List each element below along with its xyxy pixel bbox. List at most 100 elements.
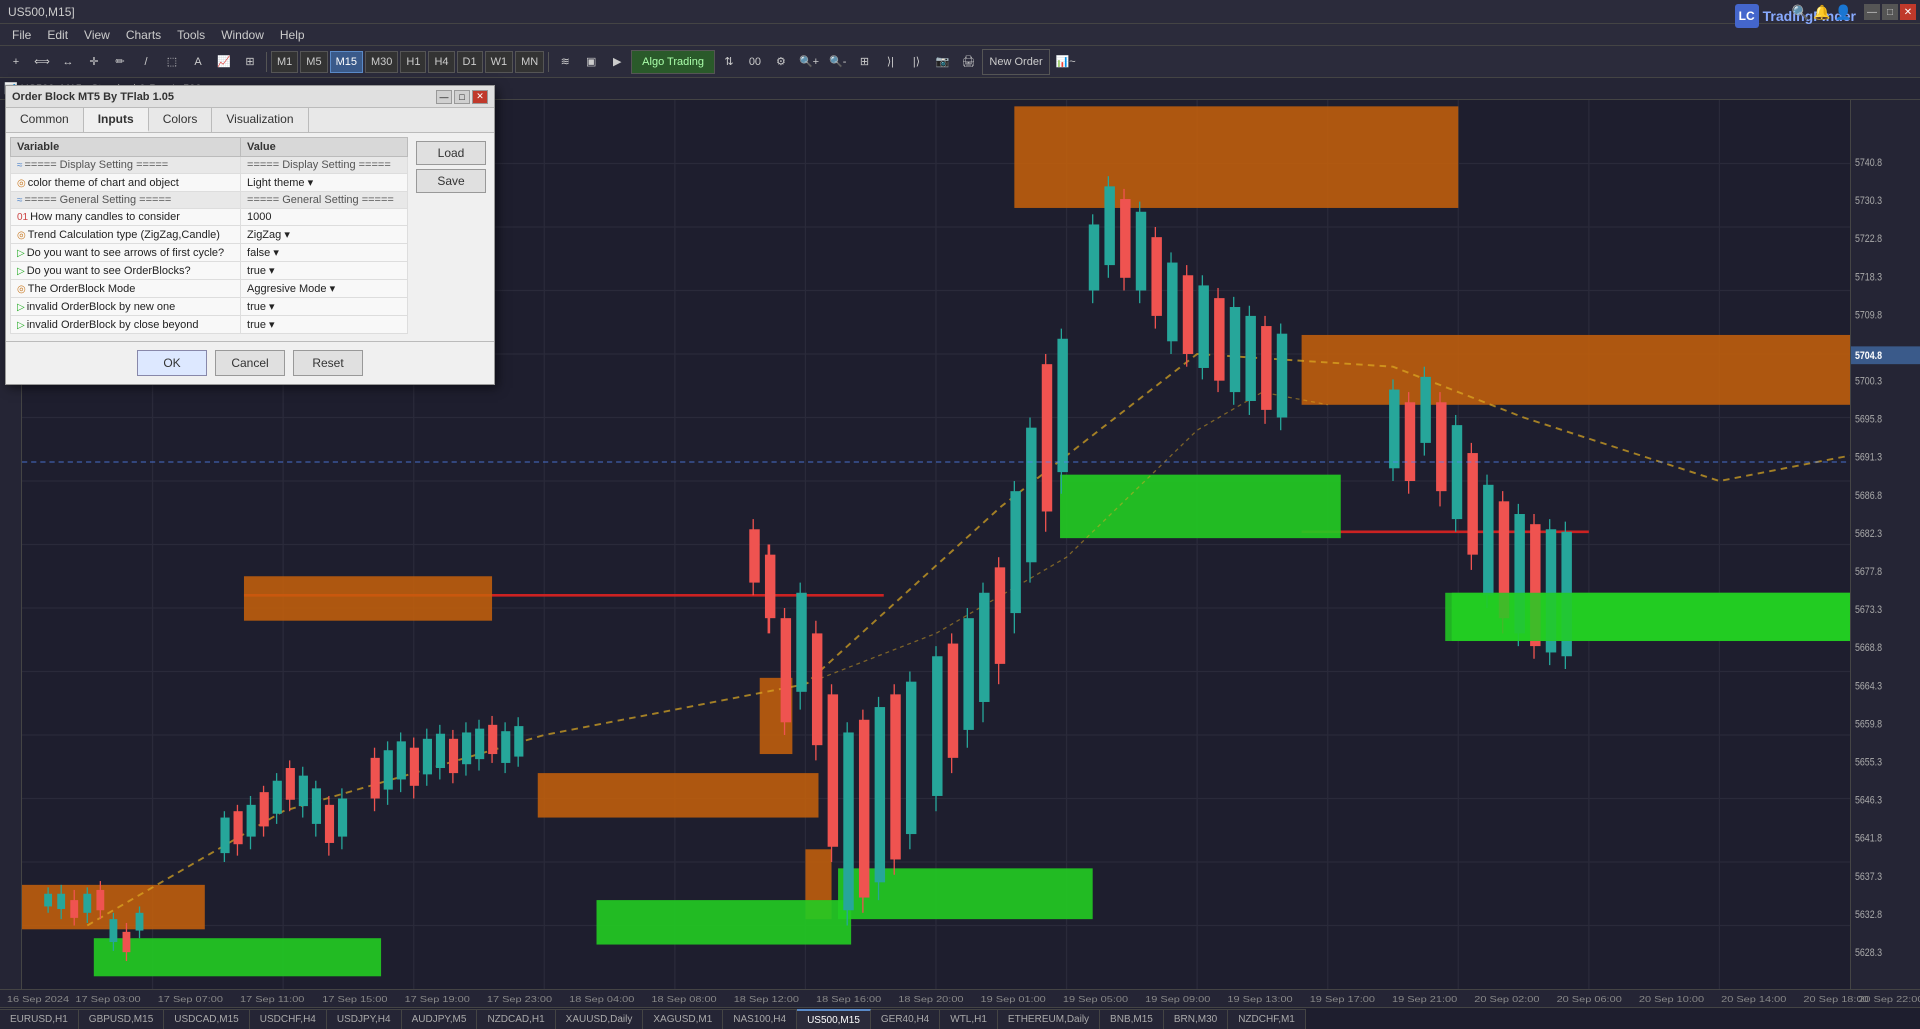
tf-m1[interactable]: M1 [271, 51, 298, 73]
algo-trading-btn[interactable]: Algo Trading [631, 50, 715, 74]
fib-btn[interactable]: ⊞ [238, 49, 262, 75]
tab-nzdcad-h1[interactable]: NZDCAD,H1 [477, 1009, 555, 1029]
dialog-body-main: Variable Value ≈===== Display Setting ==… [10, 137, 408, 337]
row-value[interactable]: true ▾ [241, 262, 408, 280]
tf-mn[interactable]: MN [515, 51, 544, 73]
row-value[interactable]: true ▾ [241, 298, 408, 316]
notification-icon[interactable]: 🔔 [1813, 4, 1830, 21]
menu-help[interactable]: Help [272, 26, 313, 44]
zoom-in-btn[interactable]: ⟺ [30, 49, 54, 75]
tab-brn-m30[interactable]: BRN,M30 [1164, 1009, 1228, 1029]
tf-h4[interactable]: H4 [428, 51, 454, 73]
menu-charts[interactable]: Charts [118, 26, 169, 44]
tab-xagusd-m1[interactable]: XAGUSD,M1 [643, 1009, 723, 1029]
close-button[interactable]: ✕ [1900, 4, 1916, 20]
svg-text:5730.3: 5730.3 [1855, 195, 1882, 207]
svg-text:5704.8: 5704.8 [1855, 350, 1882, 362]
zoom-minus-btn[interactable]: 🔍- [825, 49, 850, 75]
maximize-button[interactable]: □ [1882, 4, 1898, 20]
tf-m5[interactable]: M5 [300, 51, 327, 73]
auto-scroll-btn[interactable]: ⟩| [878, 49, 902, 75]
config-btn[interactable]: ⚙ [769, 49, 793, 75]
candle-btn[interactable]: ▣ [579, 49, 603, 75]
tf-h1[interactable]: H1 [400, 51, 426, 73]
svg-text:19 Sep 13:00: 19 Sep 13:00 [1227, 995, 1292, 1004]
dialog-maximize-btn[interactable]: □ [454, 90, 470, 104]
reset-button[interactable]: Reset [293, 350, 363, 376]
menu-view[interactable]: View [76, 26, 118, 44]
row-value[interactable]: ZigZag ▾ [241, 226, 408, 244]
menu-bar: File Edit View Charts Tools Window Help [0, 24, 1920, 46]
tab-usdjpy-h4[interactable]: USDJPY,H4 [327, 1009, 402, 1029]
tab-ethereum-daily[interactable]: ETHEREUM,Daily [998, 1009, 1100, 1029]
row-value[interactable]: true ▾ [241, 316, 408, 334]
table-row: ◎Trend Calculation type (ZigZag,Candle) … [11, 226, 408, 244]
tab-gbpusd-m15[interactable]: GBPUSD,M15 [79, 1009, 164, 1029]
tab-common[interactable]: Common [6, 108, 84, 132]
play-btn[interactable]: ▶ [605, 49, 629, 75]
person-icon[interactable]: 👤 [1835, 4, 1852, 21]
scroll-left-btn[interactable]: |⟩ [904, 49, 928, 75]
cancel-button[interactable]: Cancel [215, 350, 285, 376]
svg-text:5677.8: 5677.8 [1855, 566, 1882, 578]
screenshot-btn[interactable]: 📷 [930, 49, 954, 75]
pen-btn[interactable]: ✏ [108, 49, 132, 75]
tab-eurusd-h1[interactable]: EURUSD,H1 [0, 1009, 79, 1029]
tf-m15[interactable]: M15 [330, 51, 363, 73]
tab-us500-m15[interactable]: US500,M15 [797, 1009, 871, 1029]
tab-bnb-m15[interactable]: BNB,M15 [1100, 1009, 1164, 1029]
search-icon[interactable]: 🔍 [1792, 4, 1809, 21]
menu-tools[interactable]: Tools [169, 26, 213, 44]
chart-settings-btn[interactable]: 📊~ [1052, 49, 1080, 75]
svg-text:5686.8: 5686.8 [1855, 490, 1882, 502]
trend-btn[interactable]: / [134, 49, 158, 75]
svg-text:20 Sep 10:00: 20 Sep 10:00 [1639, 995, 1704, 1004]
row-value[interactable]: Aggresive Mode ▾ [241, 280, 408, 298]
row-value[interactable]: 1000 [241, 209, 408, 226]
tab-inputs[interactable]: Inputs [84, 108, 149, 132]
inputs-table-scroll[interactable]: Variable Value ≈===== Display Setting ==… [10, 137, 408, 337]
minimize-button[interactable]: — [1864, 4, 1880, 20]
new-chart-btn[interactable]: + [4, 49, 28, 75]
menu-file[interactable]: File [4, 26, 39, 44]
shapes-btn[interactable]: ⬚ [160, 49, 184, 75]
table-row: ≈===== Display Setting ===== ===== Displ… [11, 157, 408, 174]
tab-audjpy-m5[interactable]: AUDJPY,M5 [402, 1009, 478, 1029]
grid-btn[interactable]: ⊞ [852, 49, 876, 75]
dialog-controls: — □ ✕ [436, 90, 488, 104]
tab-wtl-h1[interactable]: WTL,H1 [940, 1009, 998, 1029]
tab-usdchf-h4[interactable]: USDCHF,H4 [250, 1009, 327, 1029]
tab-nas100-h4[interactable]: NAS100,H4 [723, 1009, 797, 1029]
menu-window[interactable]: Window [213, 26, 272, 44]
tab-visualization[interactable]: Visualization [212, 108, 308, 132]
svg-text:18 Sep 16:00: 18 Sep 16:00 [816, 995, 881, 1004]
indicators-btn[interactable]: 📈 [212, 49, 236, 75]
dialog-minimize-btn[interactable]: — [436, 90, 452, 104]
row-value[interactable]: Light theme ▾ [241, 174, 408, 192]
zoom-reset-btn[interactable]: 🔍+ [795, 49, 823, 75]
indicator-dl-btn[interactable]: 00 [743, 49, 767, 75]
svg-text:5664.3: 5664.3 [1855, 680, 1882, 692]
text-btn[interactable]: A [186, 49, 210, 75]
tab-xauusd-daily[interactable]: XAUUSD,Daily [556, 1009, 644, 1029]
tf-w1[interactable]: W1 [485, 51, 514, 73]
tab-usdcad-m15[interactable]: USDCAD,M15 [164, 1009, 249, 1029]
chart-type-btn[interactable]: ≋ [553, 49, 577, 75]
new-order-btn[interactable]: New Order [982, 49, 1049, 75]
strategy-btn[interactable]: ⇅ [717, 49, 741, 75]
save-button[interactable]: Save [416, 169, 486, 193]
row-value[interactable]: false ▾ [241, 244, 408, 262]
tab-colors[interactable]: Colors [149, 108, 213, 132]
row-value: ===== General Setting ===== [241, 192, 408, 209]
tf-m30[interactable]: M30 [365, 51, 398, 73]
dialog-close-btn[interactable]: ✕ [472, 90, 488, 104]
load-button[interactable]: Load [416, 141, 486, 165]
print-btn[interactable]: 🖨 [956, 49, 980, 75]
ok-button[interactable]: OK [137, 350, 207, 376]
zoom-out-btn[interactable]: ↔ [56, 49, 80, 75]
tab-nzdchf-m1[interactable]: NZDCHF,M1 [1228, 1009, 1306, 1029]
tf-d1[interactable]: D1 [457, 51, 483, 73]
menu-edit[interactable]: Edit [39, 26, 76, 44]
tab-ger40-h4[interactable]: GER40,H4 [871, 1009, 940, 1029]
crosshair-btn[interactable]: ✛ [82, 49, 106, 75]
